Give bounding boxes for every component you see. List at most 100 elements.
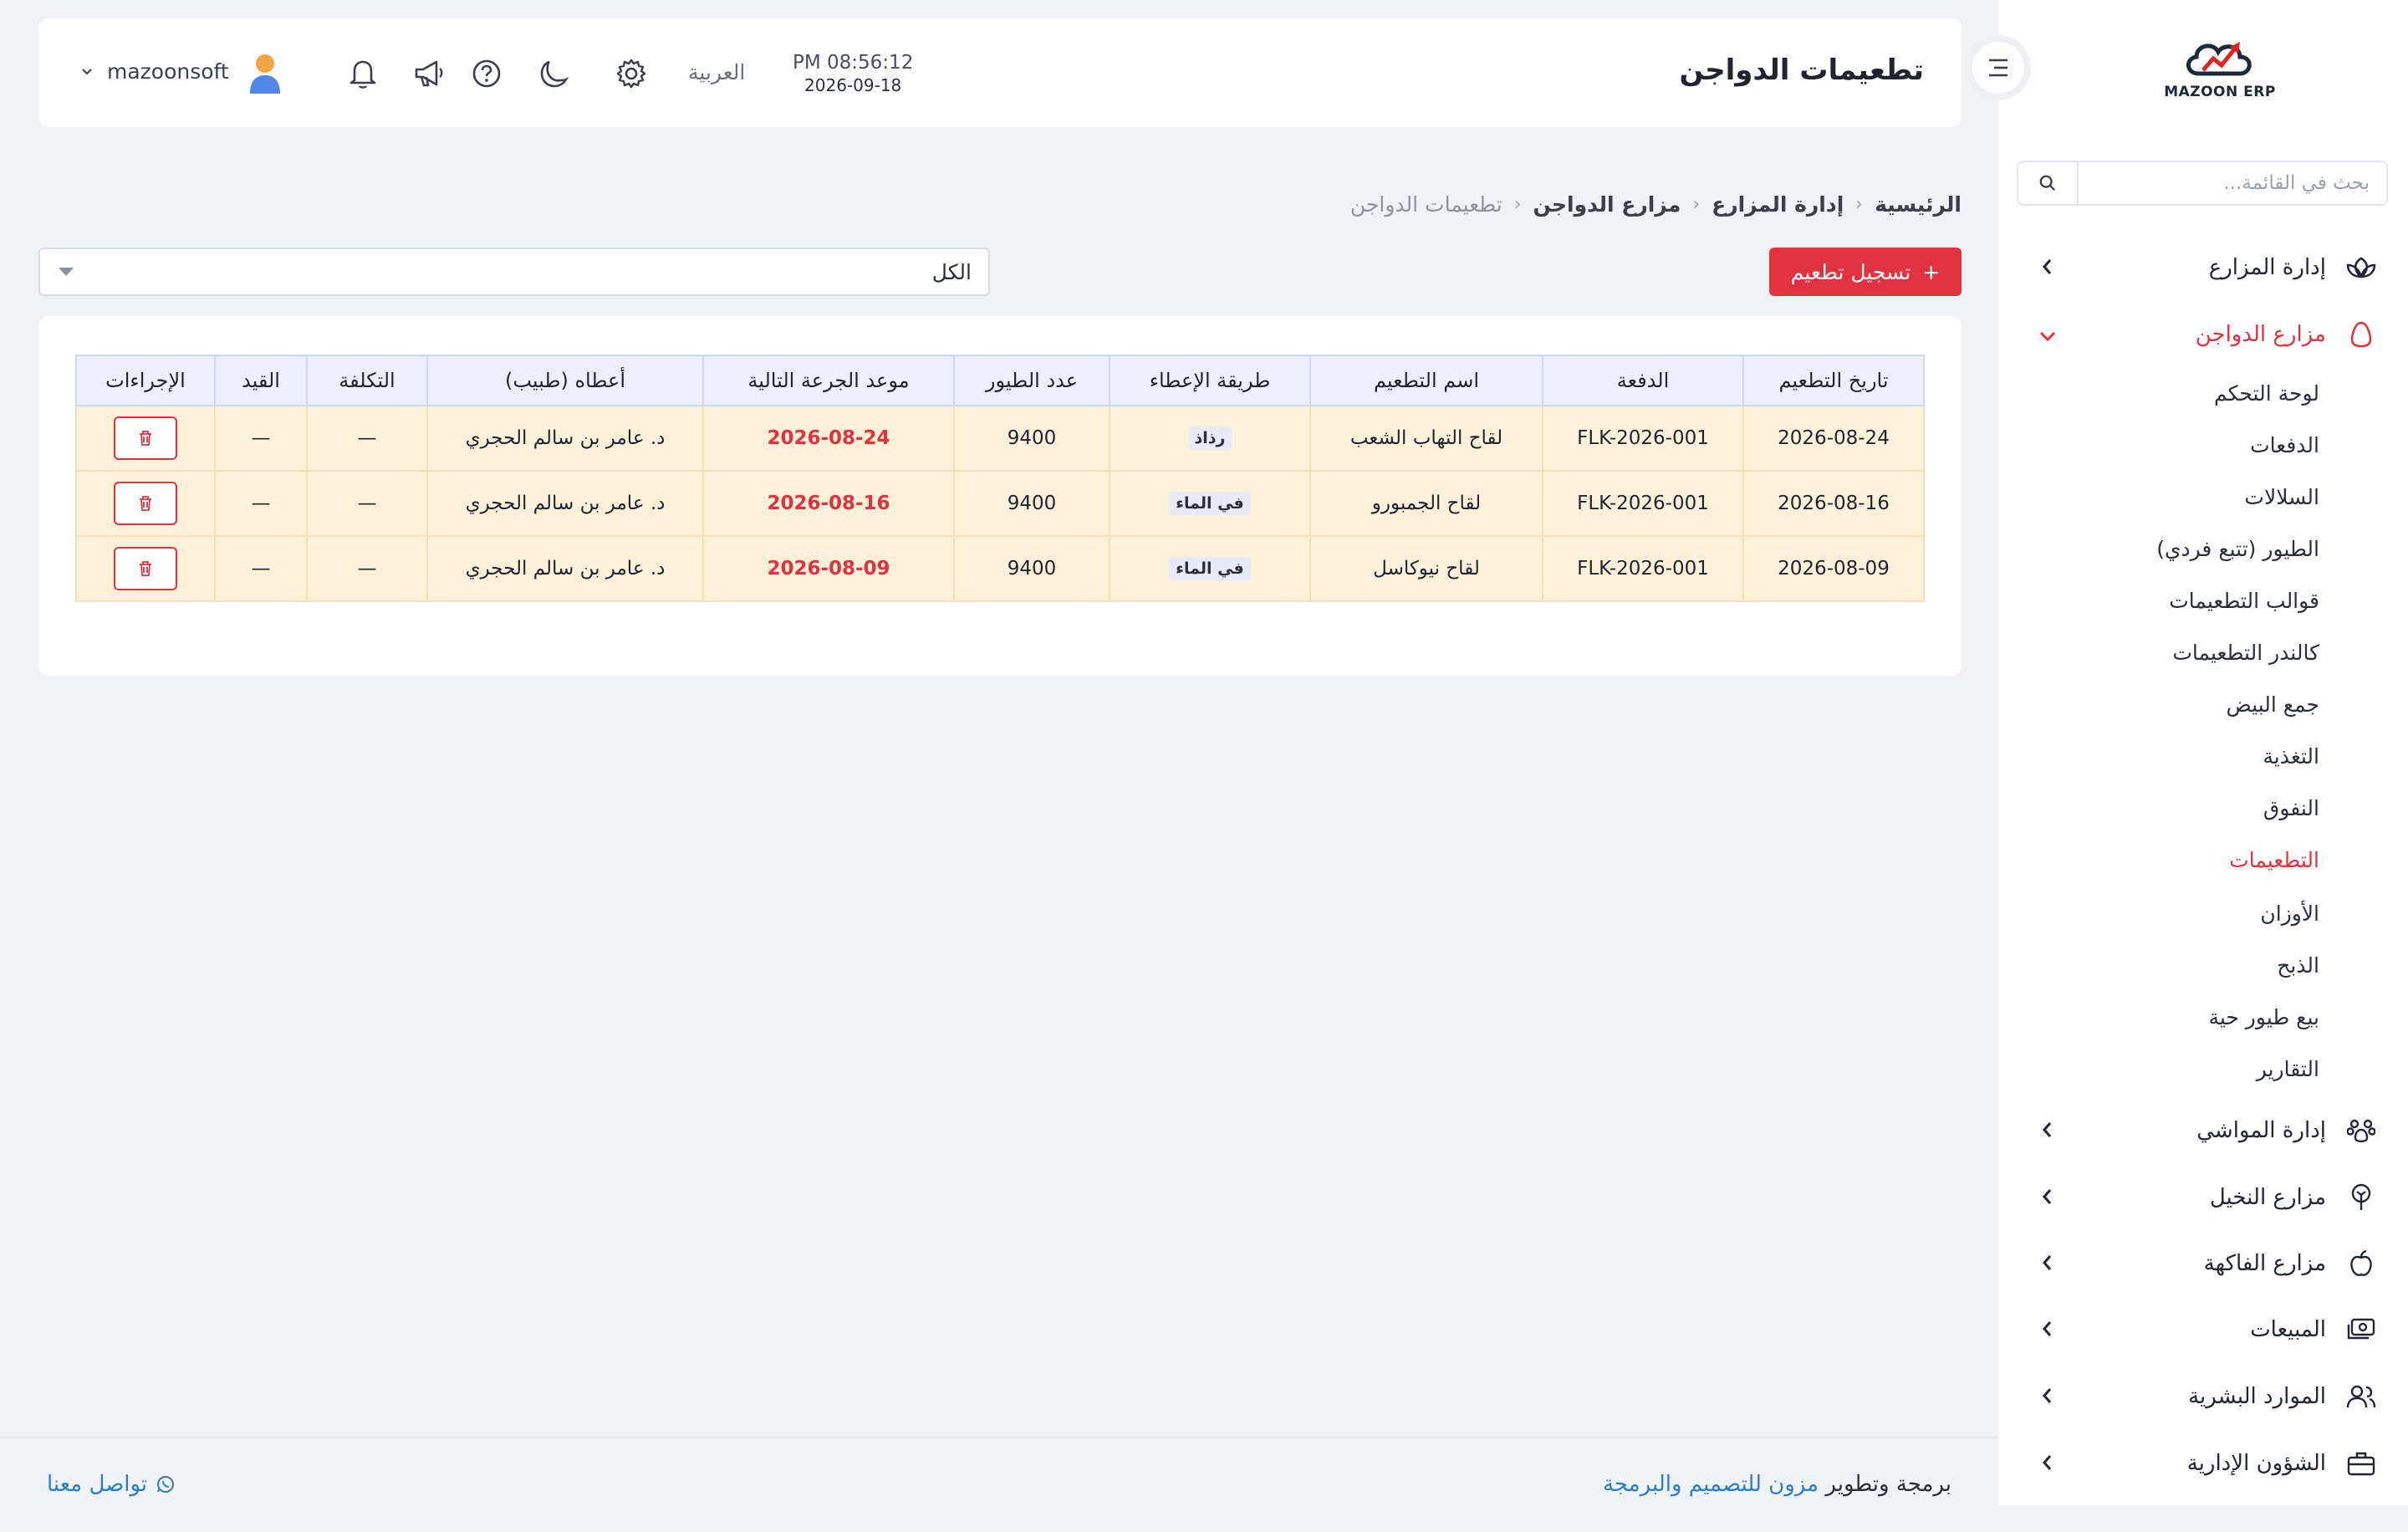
dark-mode-toggle[interactable] xyxy=(536,55,573,92)
egg-icon xyxy=(2344,318,2378,351)
sidebar-item-live-bird-sales[interactable]: بيع طيور حية xyxy=(2208,1005,2319,1029)
search-button[interactable] xyxy=(2018,162,2079,204)
sidebar-group-label: المبيعات xyxy=(2250,1317,2326,1342)
vaccinations-table: تاريخ التطعيم الدفعة اسم التطعيم طريقة ا… xyxy=(75,355,1925,602)
sidebar-group-fruit-farms[interactable]: مزارع الفاكهة xyxy=(1998,1238,2408,1289)
trash-icon xyxy=(140,496,151,511)
credits-link[interactable]: مزون للتصميم والبرمجة xyxy=(1603,1472,1819,1497)
sidebar-group-label: الموارد البشرية xyxy=(2188,1384,2326,1409)
sidebar-group-livestock[interactable]: إدارة المواشي xyxy=(1998,1106,2408,1156)
sidebar-group-poultry-farms[interactable]: مزارع الدواجن xyxy=(1998,309,2408,360)
delete-button[interactable] xyxy=(114,482,177,525)
announcements-button[interactable] xyxy=(411,55,448,92)
sidebar-item-feeding[interactable]: التغذية xyxy=(2263,744,2319,769)
cell-vet: د. عامر بن سالم الحجري xyxy=(426,470,704,537)
contact-link[interactable]: تواصل معنا xyxy=(47,1472,176,1497)
breadcrumb-home[interactable]: الرئيسية xyxy=(1875,192,1962,217)
chevron-left-icon xyxy=(2043,1388,2052,1403)
search-icon xyxy=(2039,175,2056,192)
column-header[interactable]: الدفعة xyxy=(1542,355,1744,406)
sidebar-item-reports[interactable]: التقارير xyxy=(2257,1057,2319,1081)
add-vaccination-label: تسجيل تطعيم xyxy=(1790,259,1911,284)
settings-button[interactable] xyxy=(613,55,650,92)
table-header-row: تاريخ التطعيم الدفعة اسم التطعيم طريقة ا… xyxy=(75,355,1925,406)
palm-icon xyxy=(2344,1181,2378,1214)
cell-date: 2026-08-09 xyxy=(1742,535,1925,602)
chevron-down-icon[interactable] xyxy=(80,67,94,77)
plus-icon: + xyxy=(1922,259,1941,284)
cell-cost: — xyxy=(306,535,428,602)
menu-search xyxy=(2017,161,2388,206)
sidebar-group-palm-farms[interactable]: مزارع النخيل xyxy=(1998,1172,2408,1223)
sidebar-item-dashboard[interactable]: لوحة التحكم xyxy=(2214,381,2319,406)
logo-text: MAZOON ERP xyxy=(2164,84,2276,100)
cell-batch: FLK-2026-001 xyxy=(1542,535,1744,602)
chevron-down-icon xyxy=(2039,331,2056,342)
credits-prefix: برمجة وتطوير xyxy=(1825,1472,1951,1497)
breadcrumb-farm-management[interactable]: إدارة المزارع xyxy=(1712,192,1844,217)
column-header[interactable]: أعطاه (طبيب) xyxy=(426,355,704,406)
sidebar-item-vaccine-calendar[interactable]: كالندر التطعيمات xyxy=(2172,641,2319,665)
sidebar-group-label: إدارة المزارع xyxy=(2208,255,2326,280)
column-header[interactable]: اسم التطعيم xyxy=(1309,355,1543,406)
app-logo[interactable]: MAZOON ERP xyxy=(2157,33,2283,117)
cell-vet: د. عامر بن سالم الحجري xyxy=(426,405,704,472)
cell-date: 2026-08-24 xyxy=(1742,405,1925,472)
trash-icon xyxy=(140,431,151,446)
sidebar-item-slaughter[interactable]: الذبح xyxy=(2277,953,2319,978)
users-icon xyxy=(2344,1380,2378,1413)
breadcrumb-poultry-farms[interactable]: مزارع الدواجن xyxy=(1533,192,1681,217)
sidebar-item-batches[interactable]: الدفعات xyxy=(2250,433,2319,457)
notifications-button[interactable] xyxy=(344,55,381,92)
sidebar-item-breeds[interactable]: السلالات xyxy=(2244,485,2319,509)
moon-icon xyxy=(540,60,569,88)
sidebar-group-farm-management[interactable]: إدارة المزارع xyxy=(1998,243,2408,293)
sidebar-group-sales[interactable]: المبيعات xyxy=(1998,1305,2408,1355)
column-header[interactable]: عدد الطيور xyxy=(953,355,1110,406)
sidebar-group-hr[interactable]: الموارد البشرية xyxy=(1998,1371,2408,1422)
cell-vaccine: لقاح التهاب الشعب xyxy=(1309,405,1543,472)
breadcrumb-separator-icon: ‹ xyxy=(1855,194,1864,215)
cell-birds: 9400 xyxy=(953,535,1110,602)
sidebar-group-label: مزارع الفاكهة xyxy=(2203,1251,2326,1276)
sidebar-toggle-button[interactable] xyxy=(1966,35,2031,100)
chevron-left-icon xyxy=(2043,1122,2052,1137)
column-header[interactable]: موعد الجرعة التالية xyxy=(702,355,955,406)
user-name[interactable]: mazoonsoft xyxy=(107,59,229,84)
clock-time: PM 08:56:12 xyxy=(793,52,914,74)
clock-date: 2026-09-18 xyxy=(804,75,902,95)
add-vaccination-button[interactable]: + تسجيل تطعيم xyxy=(1769,248,1962,296)
sidebar-item-mortality[interactable]: النفوق xyxy=(2263,796,2319,820)
help-button[interactable] xyxy=(468,55,505,92)
column-header[interactable]: القيد xyxy=(214,355,308,406)
sidebar-item-egg-collection[interactable]: جمع البيض xyxy=(2227,692,2319,717)
column-header[interactable]: التكلفة xyxy=(306,355,428,406)
menu-search-input[interactable] xyxy=(2079,162,2386,204)
sidebar-item-vaccine-templates[interactable]: قوالب التطعيمات xyxy=(2169,589,2319,613)
sidebar-item-weights[interactable]: الأوزان xyxy=(2260,901,2319,926)
chevron-left-icon xyxy=(2043,259,2052,274)
sidebar-item-birds[interactable]: الطيور (تتبع فردي) xyxy=(2156,537,2319,561)
column-header[interactable]: طريقة الإعطاء xyxy=(1109,355,1311,406)
sidebar-group-admin-affairs[interactable]: الشؤون الإدارية xyxy=(1998,1438,2408,1489)
cell-next-dose: 2026-08-16 xyxy=(702,470,955,537)
caret-down-icon xyxy=(59,268,74,276)
top-header: تطعيمات الدواجن PM 08:56:12 2026-09-18 ا… xyxy=(38,18,1962,127)
delete-button[interactable] xyxy=(114,416,177,460)
chevron-left-icon xyxy=(2043,1455,2052,1470)
cell-method: في الماء xyxy=(1109,535,1311,602)
delete-button[interactable] xyxy=(114,547,177,590)
cell-next-dose: 2026-08-09 xyxy=(702,535,955,602)
column-header[interactable]: تاريخ التطعيم xyxy=(1742,355,1925,406)
cell-birds: 9400 xyxy=(953,470,1110,537)
sidebar-item-vaccinations[interactable]: التطعيمات xyxy=(2229,848,2319,872)
cell-actions xyxy=(75,405,216,472)
language-switch[interactable]: العربية xyxy=(688,60,745,84)
batch-filter-select[interactable]: الكل xyxy=(38,248,990,296)
avatar[interactable] xyxy=(247,52,283,95)
bell-icon xyxy=(349,60,376,89)
cell-entry: — xyxy=(214,535,308,602)
table-row: 2026-08-16 FLK-2026-001 لقاح الجمبورو في… xyxy=(75,470,1925,537)
cell-date: 2026-08-16 xyxy=(1742,470,1925,537)
table-row: 2026-08-24 FLK-2026-001 لقاح التهاب الشع… xyxy=(75,405,1925,472)
